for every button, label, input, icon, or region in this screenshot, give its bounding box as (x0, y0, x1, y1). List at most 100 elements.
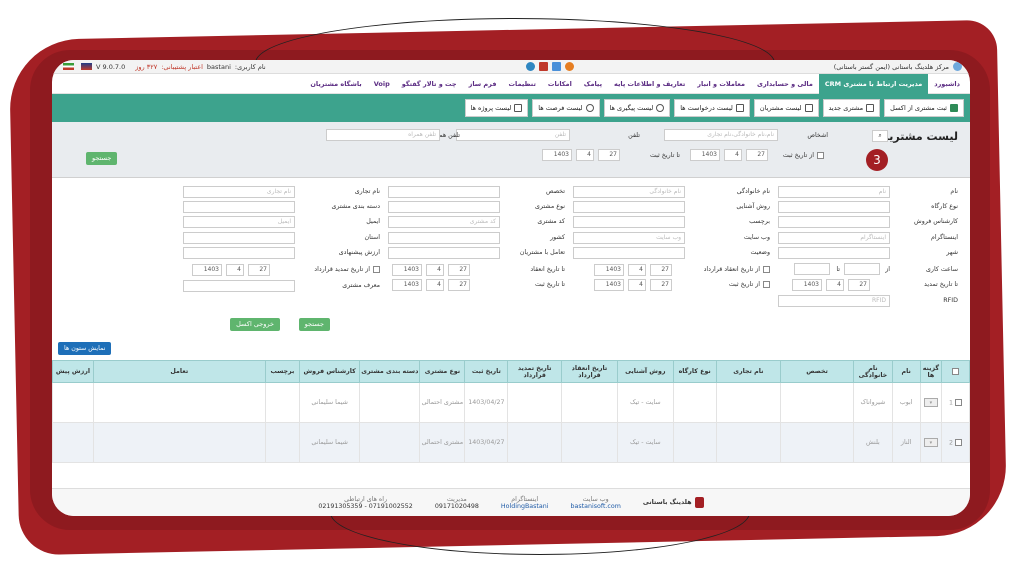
to-date-day[interactable]: 27 (598, 149, 620, 161)
select-all-checkbox[interactable] (952, 367, 960, 375)
renew-from-day[interactable]: 27 (248, 264, 270, 276)
phone-input[interactable]: تلفن (456, 129, 570, 141)
row-checkbox[interactable] (955, 438, 963, 446)
to-date-month[interactable]: 4 (576, 149, 594, 161)
interaction-select[interactable] (388, 247, 500, 259)
col-tag[interactable]: برچسب (264, 360, 301, 383)
contract-to-day[interactable]: 27 (448, 264, 470, 276)
reg-from-checkbox[interactable] (763, 281, 770, 288)
persons-input[interactable]: نام،نام خانوادگی،نام تجاری (664, 129, 778, 141)
city-select[interactable] (778, 247, 890, 259)
avatar[interactable] (953, 62, 962, 71)
customer-code-input[interactable]: کد مشتری (388, 216, 500, 228)
advanced-search-button[interactable]: جستجو (298, 318, 330, 331)
col-sales-expert[interactable]: کارشناس فروش (299, 360, 361, 383)
col-specialty[interactable]: تخصص (780, 360, 855, 383)
renew-from-month[interactable]: 4 (226, 264, 244, 276)
instagram-input[interactable]: اینستاگرام (778, 232, 890, 244)
introducer-select[interactable] (183, 280, 295, 292)
col-contract-date[interactable]: تاریخ انعقاد قرارداد (561, 360, 618, 383)
rfid-input[interactable]: RFID (778, 295, 890, 307)
col-name[interactable]: نام (891, 360, 921, 383)
menu-dashboard[interactable]: داشبورد (928, 74, 966, 94)
col-interaction[interactable]: تعامل (92, 360, 266, 383)
brand-input[interactable]: نام تجاری (183, 186, 295, 198)
row-checkbox[interactable] (955, 398, 963, 406)
to-date-year[interactable]: 1403 (542, 149, 572, 161)
row-options-button[interactable]: ▾ (923, 438, 938, 447)
reg-from-year[interactable]: 1403 (594, 279, 624, 291)
from-date-month[interactable]: 4 (724, 149, 742, 161)
renew-from-year[interactable]: 1403 (192, 264, 222, 276)
customer-type-select[interactable] (388, 201, 500, 213)
reg-from-day[interactable]: 27 (650, 279, 672, 291)
followup-list-button[interactable]: لیست پیگیری ها (603, 99, 671, 117)
reg-to-month[interactable]: 4 (426, 279, 444, 291)
category-select[interactable] (183, 201, 295, 213)
menu-voip[interactable]: Voip (368, 74, 396, 94)
name-input[interactable]: نام (778, 186, 890, 198)
col-workshop-type[interactable]: نوع کارگاه (672, 360, 717, 383)
mobile-input[interactable]: تلفن همراه (326, 129, 440, 141)
sales-expert-select[interactable] (778, 216, 890, 228)
contract-from-month[interactable]: 4 (628, 264, 646, 276)
table-row[interactable]: 2 ▾ الناز بلنش سایت - تیک 1403/04/27 مشت… (52, 422, 970, 463)
renew-to-year[interactable]: 1403 (792, 279, 822, 291)
export-excel-button[interactable]: خروجی اکسل (230, 318, 280, 331)
work-hours-to-input[interactable] (794, 263, 830, 275)
menu-customer-club[interactable]: باشگاه مشتریان (304, 74, 367, 94)
menu-trade[interactable]: معاملات و انبار (691, 74, 751, 94)
project-list-button[interactable]: لیست پروژه ها (464, 99, 529, 117)
country-select[interactable] (388, 232, 500, 244)
website-input[interactable]: وب سایت (573, 232, 685, 244)
family-input[interactable]: نام خانوادگی (573, 186, 685, 198)
mail-icon[interactable] (538, 62, 548, 71)
row-options-button[interactable]: ▾ (923, 398, 938, 407)
menu-finance[interactable]: مالی و حسابداری (751, 74, 819, 94)
col-category[interactable]: دسته بندی مشتری (359, 360, 421, 383)
renew-to-month[interactable]: 4 (826, 279, 844, 291)
proposed-value-select[interactable] (183, 247, 295, 259)
from-date-year[interactable]: 1403 (690, 149, 720, 161)
flag-iran-icon[interactable] (63, 63, 74, 70)
from-date-day[interactable]: 27 (746, 149, 768, 161)
menu-crm[interactable]: مدیریت ارتباط با مشتری CRM (818, 73, 929, 94)
menu-sms[interactable]: پیامک (578, 74, 608, 94)
col-renew-date[interactable]: تاریخ تمدید قرارداد (507, 360, 563, 383)
col-brand[interactable]: نام تجاری (715, 360, 782, 383)
specialty-select[interactable] (388, 186, 500, 198)
quick-search-button[interactable]: جستجو (86, 152, 118, 165)
search-icon-button[interactable]: ⌕ (872, 130, 888, 142)
contract-from-checkbox[interactable] (763, 266, 770, 273)
province-select[interactable] (183, 232, 295, 244)
work-hours-from-input[interactable] (844, 263, 880, 275)
flag-uk-icon[interactable] (81, 63, 92, 70)
workshop-type-select[interactable] (778, 201, 890, 213)
reg-from-month[interactable]: 4 (628, 279, 646, 291)
menu-features[interactable]: امکانات (542, 74, 578, 94)
contract-from-day[interactable]: 27 (650, 264, 672, 276)
contract-to-year[interactable]: 1403 (392, 264, 422, 276)
opportunity-list-button[interactable]: لیست فرصت ها (532, 99, 600, 117)
import-excel-button[interactable]: ثبت مشتری از اکسل (884, 99, 964, 117)
renew-to-day[interactable]: 27 (848, 279, 870, 291)
from-date-checkbox[interactable] (817, 152, 824, 159)
reg-to-year[interactable]: 1403 (392, 279, 422, 291)
footer-instagram[interactable]: HoldingBastani (501, 503, 549, 510)
customer-list-button[interactable]: لیست مشتریان (753, 99, 819, 117)
notification-icon[interactable] (564, 62, 574, 71)
col-reg-date[interactable]: تاریخ ثبت (464, 360, 509, 383)
request-list-button[interactable]: لیست درخواست ها (674, 99, 750, 117)
contract-from-year[interactable]: 1403 (594, 264, 624, 276)
menu-base-info[interactable]: تعاریف و اطلاعات پایه (608, 74, 691, 94)
acquaint-select[interactable] (573, 201, 685, 213)
select-all-header[interactable] (941, 360, 970, 383)
email-input[interactable]: ایمیل (183, 216, 295, 228)
status-select[interactable] (573, 247, 685, 259)
calendar-icon[interactable] (551, 62, 561, 71)
col-customer-type[interactable]: نوع مشتری (419, 360, 466, 383)
renew-from-checkbox[interactable] (373, 266, 380, 273)
col-acquaint[interactable]: روش آشنایی (616, 360, 674, 383)
col-proposed-value[interactable]: ارزش پیش (52, 360, 94, 383)
menu-form-builder[interactable]: فرم ساز (463, 74, 503, 94)
